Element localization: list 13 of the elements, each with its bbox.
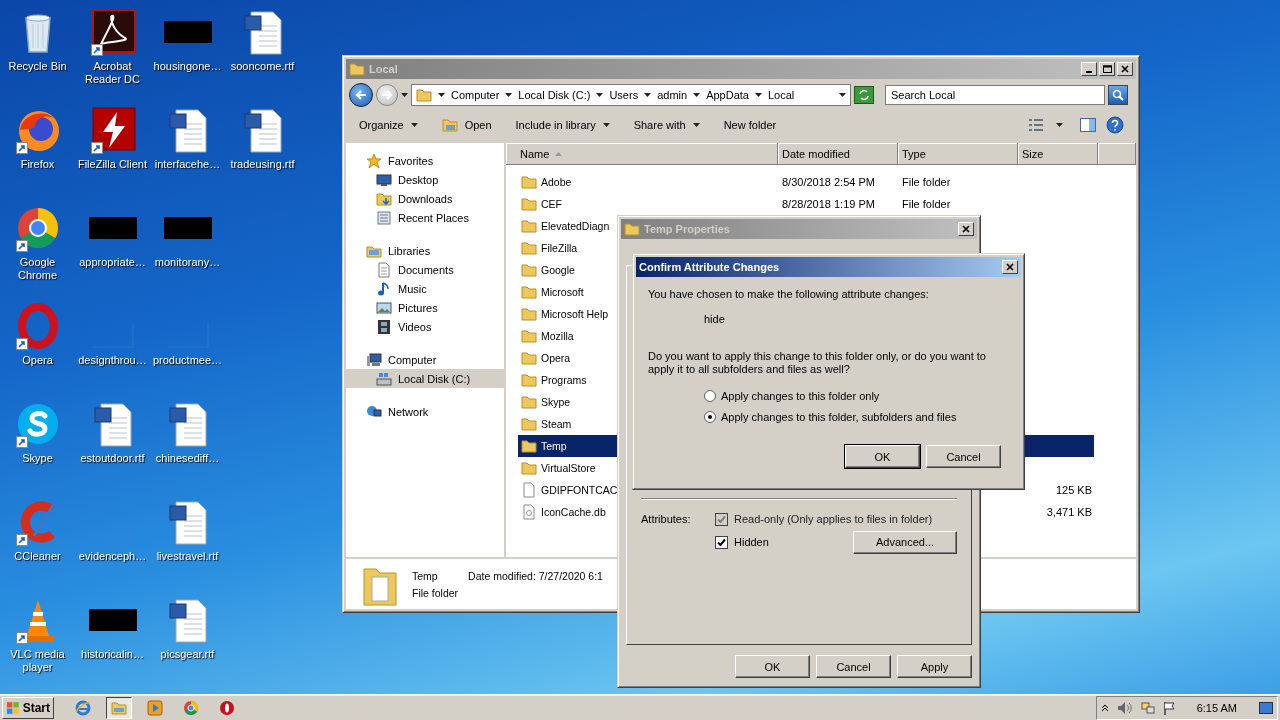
item-date: Date modified: 7/27/2020 6:1 [468, 569, 603, 582]
item-name: Temp [412, 569, 439, 582]
window-title: Local [369, 63, 398, 75]
question-text: Do you want to apply this change to this folder only, or do you want to apply it to all subfolders and files as well? [648, 350, 987, 376]
message-text: You have chosen to make the following attribute changes: [648, 288, 930, 300]
item-type: File folder [412, 586, 459, 599]
window-title: Confirm Attribute Changes [639, 261, 780, 273]
change-text: hide [704, 313, 726, 325]
attributes-label: Attributes: [641, 513, 691, 525]
window-title: Temp Properties [644, 223, 730, 235]
clock: 6:15 AM [1196, 701, 1237, 714]
checkbox-label: Read-only (Only applies to files in folder) [734, 513, 933, 525]
checkbox-label: Hidden [734, 536, 769, 548]
